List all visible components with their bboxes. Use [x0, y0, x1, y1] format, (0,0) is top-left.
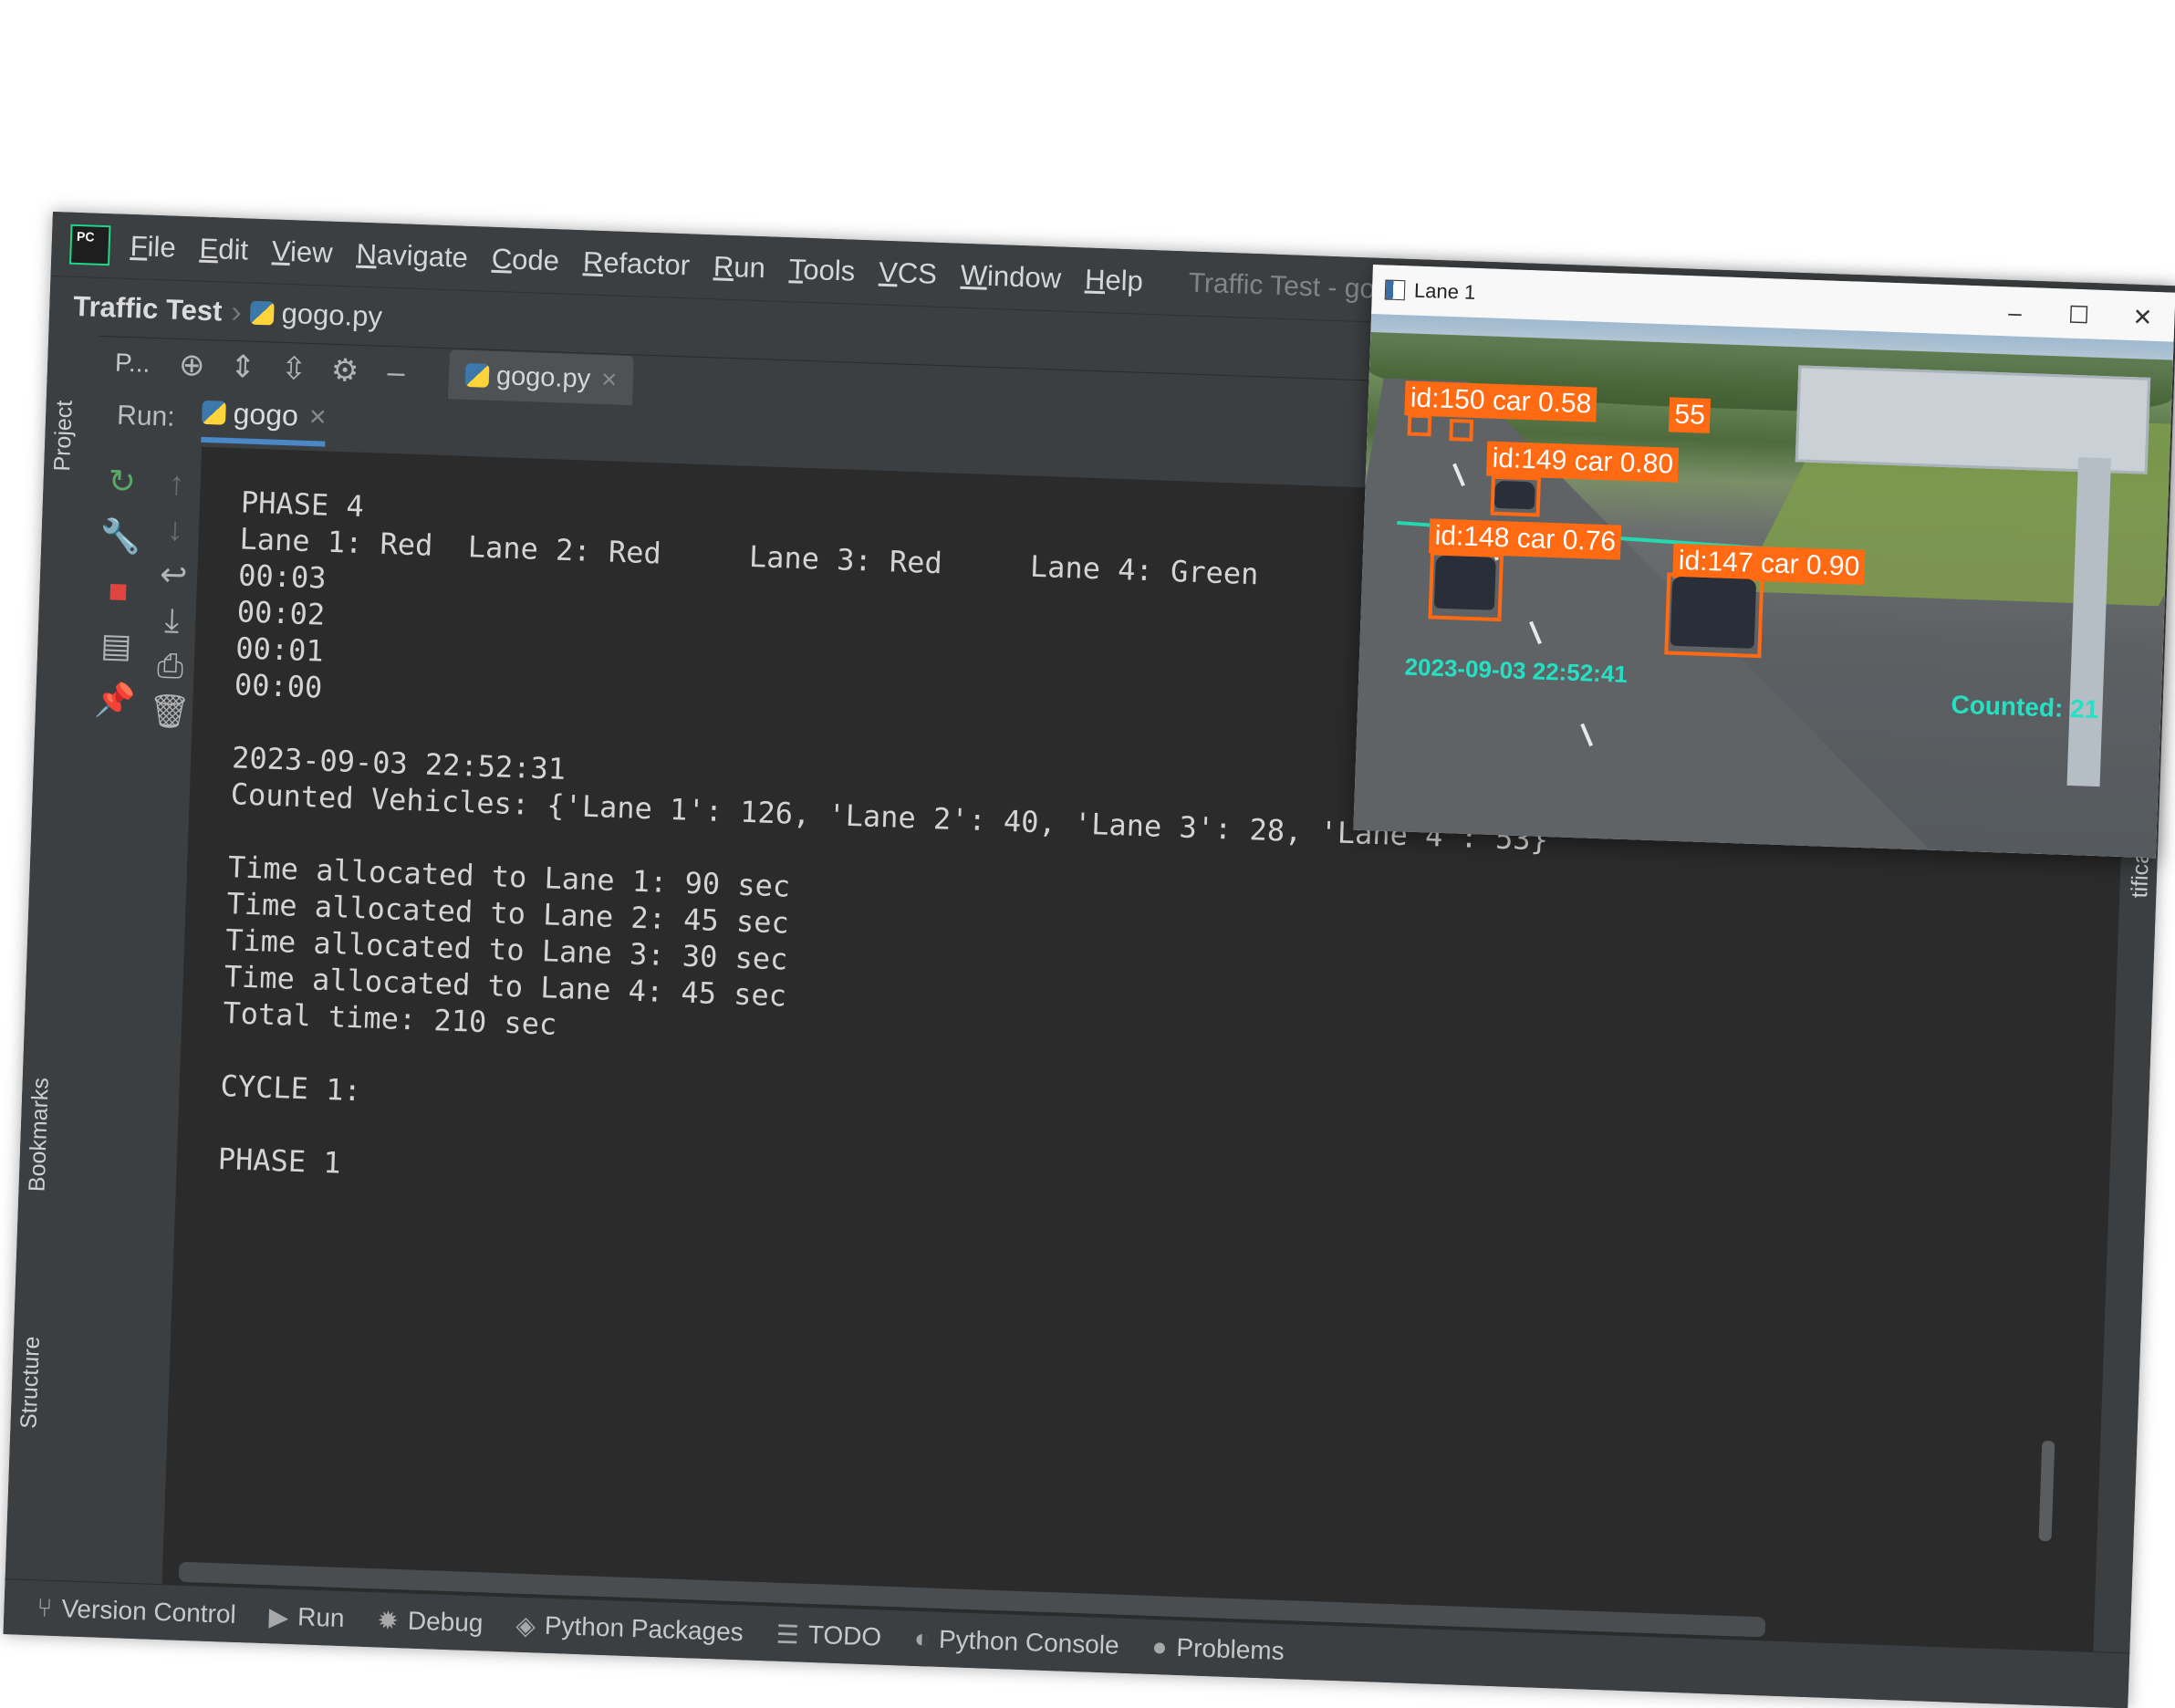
app-icon	[1384, 279, 1406, 301]
project-view-button[interactable]: P...	[99, 348, 167, 380]
detection-label: id:150 car 0.58	[1404, 380, 1597, 422]
menu-window[interactable]: Window	[960, 259, 1061, 296]
collapse-all-icon[interactable]: ⇳	[267, 349, 319, 388]
console-line: PHASE 4	[240, 484, 365, 525]
console-line: 00:03	[237, 557, 328, 596]
breadcrumb-project[interactable]: Traffic Test	[73, 290, 223, 328]
scroll-to-end-icon[interactable]: ⤓	[151, 600, 193, 641]
console-line: PHASE 1	[217, 1140, 342, 1181]
tool-label: Problems	[1175, 1632, 1285, 1666]
bookmarks-tool-tab[interactable]: Bookmarks	[25, 1078, 55, 1192]
chevron-right-icon: ›	[230, 294, 243, 329]
menu-navigate[interactable]: Navigate	[356, 238, 469, 275]
bug-icon: ✹	[376, 1605, 400, 1635]
detection-label: 55	[1668, 397, 1712, 433]
close-icon[interactable]: ×	[308, 399, 327, 433]
console-line: Counted Vehicles: {'Lane 1': 126, 'Lane …	[230, 776, 1549, 858]
console-line: 00:02	[236, 594, 326, 632]
arrow-down-icon[interactable]: ↓	[154, 509, 195, 549]
video-window-title: Lane 1	[1413, 278, 1476, 304]
soft-wrap-icon[interactable]: ↩	[152, 555, 193, 595]
detection-box	[1664, 572, 1764, 659]
run-tab-gogo[interactable]: gogo ×	[201, 395, 328, 447]
python-console-tool[interactable]: ◐ Python Console	[914, 1624, 1120, 1661]
debug-tool[interactable]: ✹ Debug	[377, 1605, 484, 1639]
layers-icon: ◈	[515, 1610, 536, 1640]
run-label: Run:	[116, 400, 176, 432]
branch-icon: ⑂	[36, 1593, 53, 1622]
menu-view[interactable]: View	[271, 234, 333, 269]
python-file-icon	[464, 362, 490, 388]
python-file-icon	[250, 300, 276, 326]
rerun-icon[interactable]: ↻	[101, 462, 142, 502]
trash-icon[interactable]: 🗑	[148, 692, 191, 732]
detection-box	[1449, 419, 1474, 442]
hide-icon[interactable]: –	[369, 354, 421, 391]
problems-tool[interactable]: ● Problems	[1151, 1632, 1285, 1666]
project-tool-tab[interactable]: Project	[49, 400, 78, 472]
console-line: CYCLE 1:	[220, 1068, 362, 1109]
console-line: Lane 1: Red Lane 2: Red Lane 3: Red Lane…	[238, 521, 1260, 592]
video-frame: id:150 car 0.58 55 id:149 car 0.80 id:14…	[1353, 313, 2174, 859]
detection-box	[1428, 551, 1504, 622]
run-tool[interactable]: ▶ Run	[268, 1601, 345, 1634]
detection-box	[1407, 413, 1432, 437]
menu-vcs[interactable]: VCS	[879, 256, 938, 291]
menu-help[interactable]: Help	[1084, 264, 1143, 298]
wrench-icon[interactable]: 🔧	[99, 516, 141, 557]
run-tab-label: gogo	[233, 396, 299, 432]
close-button[interactable]: ✕	[2110, 296, 2175, 338]
todo-tool[interactable]: ☰ TODO	[775, 1619, 882, 1652]
menu-tools[interactable]: Tools	[788, 253, 856, 288]
alert-icon: ●	[1151, 1632, 1169, 1661]
console-line: 00:00	[234, 667, 323, 705]
gear-icon[interactable]: ⚙	[318, 351, 370, 390]
video-window: Lane 1 – ☐ ✕ id:150 car 0.58 55 id:149 c…	[1353, 265, 2175, 859]
tool-label: Python Console	[938, 1624, 1120, 1660]
editor-tab-label: gogo.py	[495, 360, 591, 394]
minimize-button[interactable]: –	[1982, 291, 2047, 333]
tool-label: Version Control	[60, 1594, 237, 1629]
detection-box	[1490, 474, 1541, 517]
crosshair-icon[interactable]: ⊕	[166, 346, 218, 384]
menu-edit[interactable]: Edit	[199, 233, 249, 267]
close-icon[interactable]: ×	[601, 365, 618, 396]
menu-code[interactable]: Code	[491, 243, 559, 278]
overlay-count: Counted: 21	[1951, 690, 2099, 724]
arrow-up-icon[interactable]: ↑	[156, 463, 197, 504]
python-icon	[202, 400, 227, 425]
menu-refactor[interactable]: Refactor	[582, 245, 690, 282]
vertical-scrollbar[interactable]	[2038, 1440, 2055, 1542]
tool-label: Run	[297, 1602, 346, 1633]
breadcrumb-file[interactable]: gogo.py	[281, 297, 382, 334]
menu-run[interactable]: Run	[713, 250, 765, 285]
print-icon[interactable]: ⎙	[150, 646, 191, 687]
layout-icon[interactable]: ▤	[96, 626, 137, 666]
expand-all-icon[interactable]: ⇕	[217, 348, 269, 386]
maximize-button[interactable]: ☐	[2046, 294, 2111, 336]
python-packages-tool[interactable]: ◈ Python Packages	[515, 1609, 744, 1648]
tool-label: TODO	[807, 1619, 882, 1651]
editor-tab-gogo[interactable]: gogo.py ×	[448, 349, 635, 406]
structure-tool-tab[interactable]: Structure	[16, 1336, 46, 1429]
tool-label: Python Packages	[544, 1610, 744, 1647]
stop-icon[interactable]: ■	[98, 571, 139, 611]
pycharm-logo-icon: PC	[68, 224, 111, 266]
console-line: 00:01	[234, 630, 325, 669]
menu-file[interactable]: File	[130, 230, 176, 265]
list-icon: ☰	[775, 1619, 800, 1649]
version-control-tool[interactable]: ⑂ Version Control	[36, 1593, 236, 1630]
python-icon: ◐	[913, 1623, 931, 1653]
pin-icon[interactable]: 📌	[94, 681, 136, 721]
play-icon: ▶	[268, 1601, 289, 1631]
